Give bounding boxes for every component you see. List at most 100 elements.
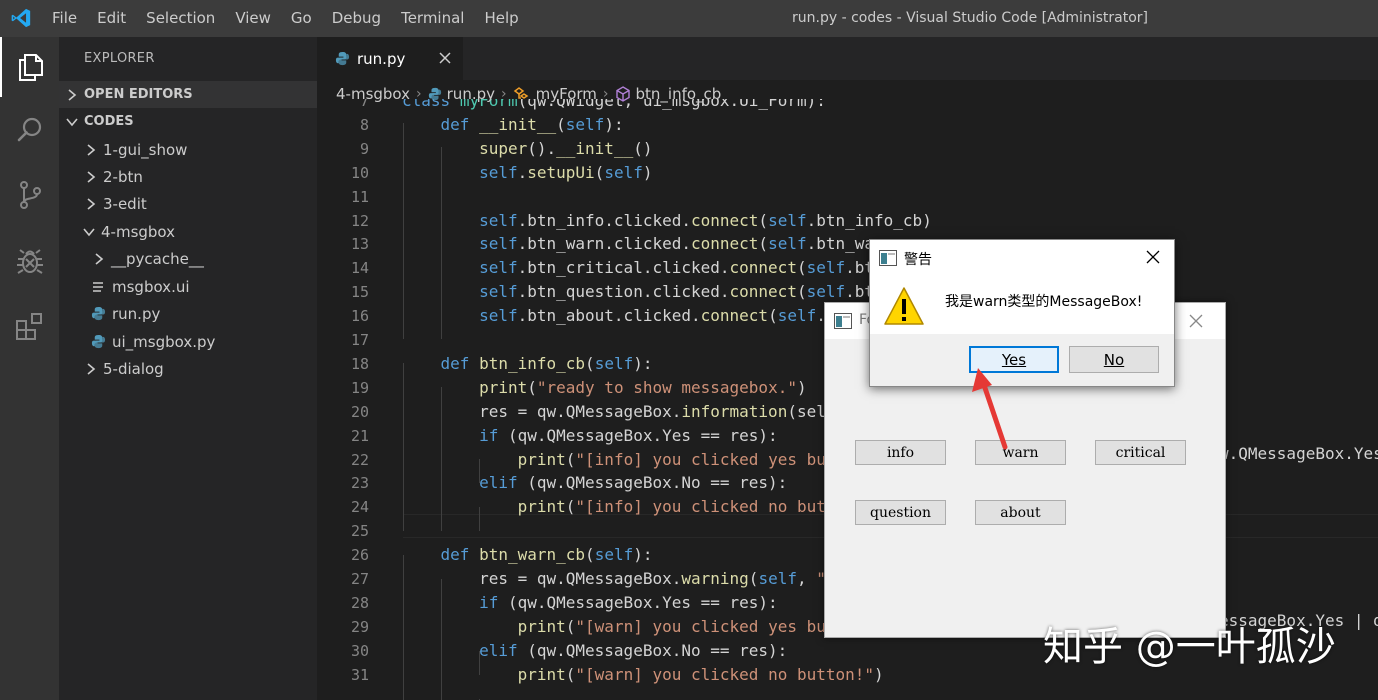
menu-go[interactable]: Go bbox=[281, 0, 322, 37]
line-number: 17 bbox=[350, 331, 369, 349]
chevron-down-icon bbox=[83, 227, 95, 236]
line-number: 27 bbox=[350, 570, 369, 588]
close-icon[interactable] bbox=[1144, 248, 1162, 266]
code-text: super().__init__() bbox=[479, 138, 653, 158]
warn-button[interactable]: warn bbox=[975, 440, 1066, 465]
tab-run-py[interactable]: run.py bbox=[317, 37, 463, 80]
messagebox-title: 警告 bbox=[904, 252, 932, 268]
code-text: self.btn_warn.clicked.connect(self.btn_w… bbox=[479, 234, 875, 254]
title-bar: File Edit Selection View Go Debug Termin… bbox=[0, 0, 1378, 37]
messagebox-titlebar[interactable]: 警告 bbox=[870, 240, 1174, 276]
menu-edit[interactable]: Edit bbox=[87, 0, 136, 37]
source-control-icon bbox=[19, 181, 41, 209]
tab-bar: run.py bbox=[317, 37, 1378, 80]
sidebar-title: EXPLORER bbox=[84, 51, 155, 66]
code-line: 10 self.setupUi(self) bbox=[317, 161, 1378, 185]
tree-item-label: msgbox.ui bbox=[112, 277, 190, 296]
debug-button[interactable] bbox=[0, 231, 59, 291]
close-icon[interactable] bbox=[1187, 312, 1205, 330]
qt-window-icon bbox=[834, 313, 852, 329]
line-number: 9 bbox=[359, 139, 369, 158]
critical-button[interactable]: critical bbox=[1095, 440, 1186, 465]
tree-item-5-dialog[interactable]: 5-dialog bbox=[59, 355, 317, 382]
code-text: self.btn_info.clicked.connect(self.btn_i… bbox=[479, 210, 932, 230]
tree-item-1-gui-show[interactable]: 1-gui_show bbox=[59, 136, 317, 163]
python-file-icon bbox=[90, 334, 106, 350]
code-line: 11 bbox=[317, 185, 1378, 209]
line-number: 19 bbox=[350, 378, 369, 397]
line-number: 15 bbox=[350, 283, 369, 302]
tab-label: run.py bbox=[357, 49, 406, 68]
tree-item-label: 2-btn bbox=[103, 167, 143, 186]
open-editors-label: OPEN EDITORS bbox=[84, 87, 193, 102]
breadcrumb-class[interactable]: myForm bbox=[536, 85, 597, 103]
line-number: 11 bbox=[350, 187, 369, 206]
code-text: elif (qw.QMessageBox.No == res): bbox=[479, 640, 788, 660]
line-number: 14 bbox=[350, 259, 369, 278]
tree-item-label: run.py bbox=[112, 304, 161, 323]
tree-item-msgbox-ui[interactable]: msgbox.ui bbox=[59, 273, 317, 300]
code-line: 8 def __init__(self): bbox=[317, 113, 1378, 137]
menu-terminal[interactable]: Terminal bbox=[391, 0, 474, 37]
breadcrumb-separator: › bbox=[501, 85, 507, 102]
menu-view[interactable]: View bbox=[225, 0, 281, 37]
code-text: self.setupUi(self) bbox=[479, 162, 653, 182]
extensions-button[interactable] bbox=[0, 297, 59, 357]
tree-item-3-edit[interactable]: 3-edit bbox=[59, 190, 317, 217]
no-button[interactable]: No bbox=[1069, 346, 1159, 373]
line-number: 12 bbox=[350, 211, 369, 230]
breadcrumb-method[interactable]: btn_info_cb bbox=[636, 85, 722, 103]
menu-file[interactable]: File bbox=[42, 0, 87, 37]
chevron-right-icon bbox=[68, 88, 77, 101]
warning-message-box: 警告 我是warn类型的MessageBox! Yes No bbox=[869, 239, 1175, 387]
code-line: 13 self.btn_warn.clicked.connect(self.bt… bbox=[317, 232, 1378, 256]
chevron-right-icon bbox=[95, 252, 104, 265]
menu-debug[interactable]: Debug bbox=[322, 0, 391, 37]
menu-selection[interactable]: Selection bbox=[136, 0, 225, 37]
tree-item-ui-msgbox-py[interactable]: ui_msgbox.py bbox=[59, 328, 317, 355]
code-line: 14 self.btn_critical.clicked.connect(sel… bbox=[317, 256, 1378, 280]
python-file-icon bbox=[428, 87, 442, 101]
breadcrumb-folder[interactable]: 4-msgbox bbox=[336, 85, 410, 103]
tree-item-label: 3-edit bbox=[103, 194, 147, 213]
question-button[interactable]: question bbox=[855, 500, 946, 525]
code-text: elif (qw.QMessageBox.No == res): bbox=[479, 473, 788, 493]
explorer-icon bbox=[18, 54, 43, 81]
open-editors-header[interactable]: OPEN EDITORS bbox=[59, 81, 317, 108]
search-button[interactable] bbox=[0, 100, 59, 160]
messagebox-text: 我是warn类型的MessageBox! bbox=[945, 294, 1143, 310]
yes-button[interactable]: Yes bbox=[969, 346, 1059, 373]
explorer-button[interactable] bbox=[0, 37, 59, 97]
line-number: 8 bbox=[359, 115, 369, 134]
about-button[interactable]: about bbox=[975, 500, 1066, 525]
tree-item-run-py[interactable]: run.py bbox=[59, 300, 317, 327]
python-file-icon bbox=[335, 51, 350, 66]
menu-bar: File Edit Selection View Go Debug Termin… bbox=[42, 0, 529, 37]
chevron-right-icon bbox=[87, 170, 96, 183]
tree-item-pycache[interactable]: __pycache__ bbox=[59, 245, 317, 272]
code-text: w.QMessageBox.Yes bbox=[1219, 444, 1378, 463]
search-icon bbox=[17, 117, 41, 142]
close-icon[interactable] bbox=[437, 50, 453, 66]
code-text: res = qw.QMessageBox.warning(self, " bbox=[402, 569, 826, 588]
code-text: self.btn_about.clicked.connect(self. bbox=[479, 306, 826, 326]
line-number: 24 bbox=[350, 498, 369, 517]
breadcrumb-file[interactable]: run.py bbox=[447, 85, 495, 103]
tree-item-4-msgbox[interactable]: 4-msgbox bbox=[59, 218, 317, 245]
code-line: 12 self.btn_info.clicked.connect(self.bt… bbox=[317, 209, 1378, 233]
source-control-button[interactable] bbox=[0, 165, 59, 225]
debug-icon bbox=[16, 249, 43, 274]
codes-folder-header[interactable]: CODES bbox=[59, 108, 317, 135]
breadcrumb: 4-msgbox › run.py › myForm › btn_info_cb bbox=[317, 80, 1378, 107]
tree-item-2-btn[interactable]: 2-btn bbox=[59, 163, 317, 190]
line-number: 30 bbox=[350, 641, 369, 660]
code-text: print("[info] you clicked no but bbox=[517, 497, 826, 517]
watermark: 知乎 @一叶孤沙 bbox=[1043, 624, 1336, 670]
code-text: def btn_info_cb(self): bbox=[440, 353, 653, 373]
info-button[interactable]: info bbox=[855, 440, 946, 465]
code-text: print("ready to show messagebox.") bbox=[479, 377, 807, 397]
line-number: 16 bbox=[350, 307, 369, 326]
breadcrumb-separator: › bbox=[602, 85, 609, 102]
menu-help[interactable]: Help bbox=[474, 0, 528, 37]
tree-item-label: ui_msgbox.py bbox=[112, 332, 216, 351]
